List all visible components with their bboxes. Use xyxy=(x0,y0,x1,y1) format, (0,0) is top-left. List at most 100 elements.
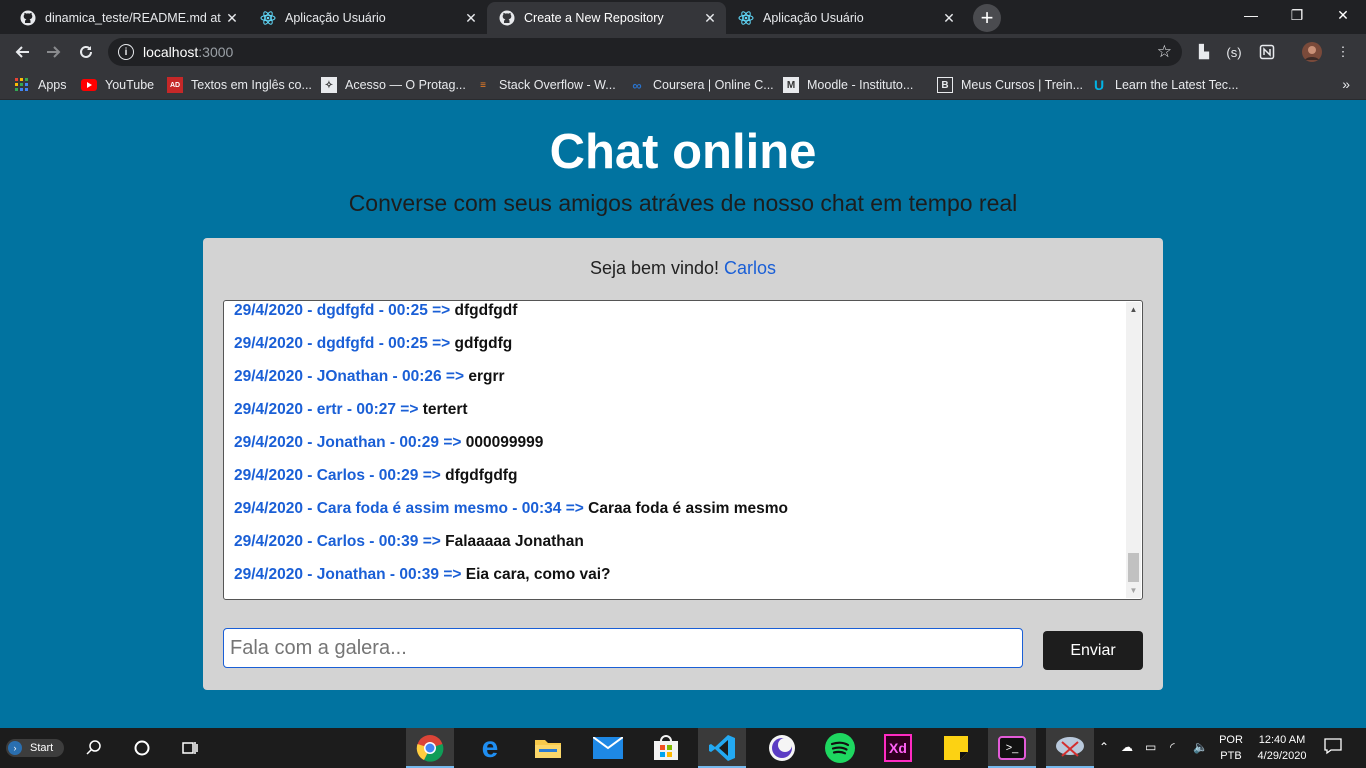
extension-icon[interactable]: (s) xyxy=(1224,42,1244,62)
terminal-icon[interactable]: >_ xyxy=(988,728,1036,768)
message-text: gdfgdfg xyxy=(454,335,513,352)
window-close-button[interactable]: ✕ xyxy=(1320,0,1366,30)
github-icon xyxy=(20,10,36,26)
coursera-icon: ∞ xyxy=(632,77,642,93)
welcome-prefix: Seja bem vindo! xyxy=(589,258,720,278)
extension-puzzle-icon[interactable]: ▙ xyxy=(1194,42,1214,62)
screen-recorder-icon[interactable] xyxy=(758,728,806,768)
sticky-notes-icon[interactable] xyxy=(932,728,980,768)
wifi-icon[interactable]: ◜ xyxy=(1170,740,1175,754)
back-button[interactable] xyxy=(8,38,36,66)
bookmark-label: Textos em Inglês co... xyxy=(191,78,312,92)
arrow-right-icon xyxy=(47,46,61,58)
bookmark-label: Apps xyxy=(38,78,67,92)
bookmark-udacity[interactable]: U Learn the Latest Tec... xyxy=(1091,76,1239,94)
notification-icon[interactable] xyxy=(1324,737,1342,758)
message-item: 29/4/2020 - Jonathan - 00:29 => 00009999… xyxy=(234,434,543,452)
reload-button[interactable] xyxy=(72,38,100,66)
scroll-up-arrow-icon[interactable]: ▲ xyxy=(1126,302,1141,317)
page-subtitle: Converse com seus amigos atráves de noss… xyxy=(348,190,1018,216)
tab-aplicacao-1[interactable]: Aplicação Usuário ✕ xyxy=(248,2,487,34)
menu-kebab-icon[interactable]: ⋮ xyxy=(1333,42,1353,62)
close-icon[interactable]: ✕ xyxy=(700,8,720,28)
bookmark-moodle[interactable]: M Moodle - Instituto... xyxy=(783,76,913,94)
edge-icon[interactable]: e xyxy=(466,728,514,768)
message-text: Caraa foda é assim mesmo xyxy=(588,500,788,517)
language-code: POR xyxy=(1219,734,1243,746)
bookmark-label: YouTube xyxy=(105,78,155,92)
bookmark-coursera[interactable]: ∞ Coursera | Online C... xyxy=(629,76,773,94)
store-icon[interactable] xyxy=(642,728,690,768)
message-item: 29/4/2020 - Jonathan - 00:39 => Eia cara… xyxy=(234,566,611,584)
onedrive-cloud-icon[interactable]: ☁ xyxy=(1121,740,1133,754)
scroll-down-arrow-icon[interactable]: ▼ xyxy=(1126,583,1141,598)
file-explorer-icon[interactable] xyxy=(524,728,572,768)
info-icon[interactable]: i xyxy=(118,44,134,60)
new-tab-button[interactable]: + xyxy=(973,4,1001,32)
bookmark-label: Meus Cursos | Trein... xyxy=(961,78,1084,92)
apps-grid-icon xyxy=(14,77,30,93)
adobe-xd-icon[interactable]: Xd xyxy=(874,728,922,768)
star-icon[interactable]: ☆ xyxy=(1157,42,1172,62)
address-bar[interactable]: i localhost :3000 ☆ xyxy=(108,38,1182,66)
bookmark-textos[interactable]: AD Textos em Inglês co... xyxy=(167,76,312,94)
restore-button[interactable]: ❐ xyxy=(1274,0,1320,30)
reload-icon xyxy=(80,45,92,58)
message-scrollbar[interactable]: ▲ ▼ xyxy=(1126,302,1141,598)
language-indicator[interactable]: POR PTB xyxy=(1214,732,1248,764)
chrome-icon[interactable] xyxy=(406,728,454,768)
tab-readme[interactable]: dinamica_teste/README.md at m ✕ xyxy=(8,2,248,34)
bookmark-acesso[interactable]: ✧ Acesso — O Protag... xyxy=(321,76,466,94)
url-host: localhost xyxy=(143,44,199,60)
close-icon[interactable]: ✕ xyxy=(222,8,242,28)
bookmark-stackoverflow[interactable]: ≡ Stack Overflow - W... xyxy=(475,76,616,94)
browser-tab-strip: dinamica_teste/README.md at m ✕ Aplicaçã… xyxy=(0,0,1366,34)
bookmark-label: Stack Overflow - W... xyxy=(499,78,616,92)
spotify-icon[interactable] xyxy=(816,728,864,768)
browser-toolbar: i localhost :3000 ☆ ▙ (s) ⋮ xyxy=(0,34,1366,70)
bookmark-label: Learn the Latest Tec... xyxy=(1115,78,1239,92)
task-view-icon[interactable] xyxy=(166,728,214,768)
snipping-tool-icon[interactable] xyxy=(1046,728,1094,768)
message-input[interactable] xyxy=(223,628,1023,668)
bookmark-youtube[interactable]: YouTube xyxy=(81,76,154,94)
message-meta: 29/4/2020 - JOnathan - 00:26 => xyxy=(234,368,465,385)
battery-icon[interactable]: ▭ xyxy=(1145,740,1156,754)
scrollbar-thumb[interactable] xyxy=(1128,553,1139,582)
profile-avatar[interactable] xyxy=(1302,42,1322,62)
textos-icon: AD xyxy=(167,77,183,93)
message-item: 29/4/2020 - ertr - 00:27 => tertert xyxy=(234,401,468,419)
tab-create-repository[interactable]: Create a New Repository ✕ xyxy=(487,2,726,34)
notion-icon[interactable] xyxy=(1257,42,1277,62)
chevron-up-icon[interactable]: ⌃ xyxy=(1099,740,1109,754)
close-icon[interactable]: ✕ xyxy=(461,8,481,28)
start-button[interactable]: › Start xyxy=(6,739,64,757)
cortana-icon[interactable] xyxy=(118,728,166,768)
bookmark-apps[interactable]: Apps xyxy=(14,76,67,94)
message-meta: 29/4/2020 - Jonathan - 00:29 => xyxy=(234,434,462,451)
bookmark-cursos[interactable]: B Meus Cursos | Trein... xyxy=(937,76,1083,94)
message-item: 29/4/2020 - dgdfgfd - 00:25 => gdfgdfg xyxy=(234,335,512,353)
minimize-button[interactable]: — xyxy=(1228,0,1274,30)
close-icon[interactable]: ✕ xyxy=(939,8,959,28)
vscode-icon[interactable] xyxy=(698,728,746,768)
tab-aplicacao-2[interactable]: Aplicação Usuário ✕ xyxy=(726,2,965,34)
clock[interactable]: 12:40 AM 4/29/2020 xyxy=(1250,732,1314,764)
message-meta: 29/4/2020 - dgdfgfd - 00:25 => xyxy=(234,302,451,319)
mail-icon[interactable] xyxy=(584,728,632,768)
volume-icon[interactable]: 🔈 xyxy=(1193,740,1208,754)
message-text: Eia cara, como vai? xyxy=(465,566,611,583)
message-list[interactable]: 29/4/2020 - dgdfgfd - 00:25 => dfgdfgdf … xyxy=(223,300,1143,600)
start-label: Start xyxy=(30,742,54,754)
welcome-username: Carlos xyxy=(724,258,777,278)
message-meta: 29/4/2020 - Carlos - 00:29 => xyxy=(234,467,441,484)
send-button[interactable]: Enviar xyxy=(1043,631,1143,670)
chevron-right-double-icon[interactable]: » xyxy=(1342,76,1350,92)
forward-button[interactable] xyxy=(40,38,68,66)
message-item: 29/4/2020 - dgdfgfd - 00:25 => dfgdfgdf xyxy=(234,302,517,320)
message-text: Falaaaaa Jonathan xyxy=(445,533,584,550)
message-text: ergrr xyxy=(468,368,505,385)
keyboard-layout: PTB xyxy=(1220,750,1242,762)
search-icon[interactable] xyxy=(70,728,118,768)
stackoverflow-icon: ≡ xyxy=(480,79,486,91)
